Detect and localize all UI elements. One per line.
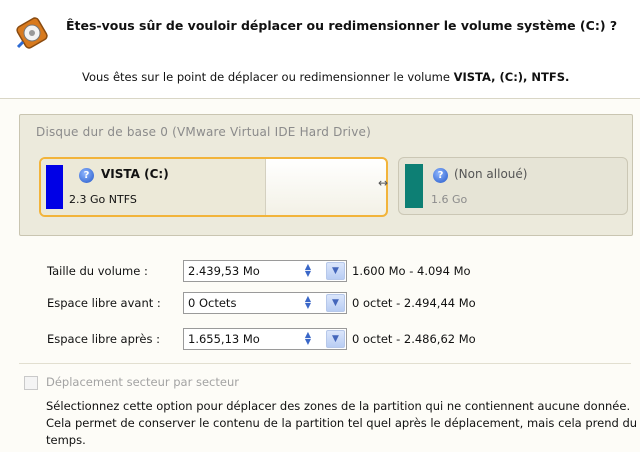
partition-info: 1.6 Go [431,193,468,206]
free-space-after-field[interactable]: 1.655,13 Mo ▲ ▼ ▼ [183,328,347,350]
subtitle-text: Vous êtes sur le point de déplacer ou re… [82,70,450,84]
chevron-down-icon[interactable]: ▼ [326,294,345,312]
resize-arrow-icon[interactable]: ↔ [374,176,392,192]
partition-unallocated[interactable]: ? (Non alloué) 1.6 Go [398,157,628,215]
volume-size-label: Taille du volume : [47,264,148,278]
volume-size-field[interactable]: 2.439,53 Mo ▲ ▼ ▼ [183,260,347,282]
help-icon[interactable]: ? [79,168,94,183]
partition-vista[interactable]: ? VISTA (C:) 2.3 Go NTFS [39,157,388,217]
partition-color-bar [46,165,63,209]
free-space-before-field[interactable]: 0 Octets ▲ ▼ ▼ [183,292,347,314]
disk-title: Disque dur de base 0 (VMware Virtual IDE… [36,125,371,139]
subtitle-volume: VISTA, (C:), NTFS. [453,70,570,84]
volume-size-value: 2.439,53 Mo [188,264,260,278]
free-space-before-label: Espace libre avant : [47,296,161,310]
partition-color-bar [405,164,423,208]
page-title: Êtes-vous sûr de vouloir déplacer ou red… [66,18,618,33]
help-icon[interactable]: ? [433,168,448,183]
spinner-updown-icon[interactable]: ▲ ▼ [300,295,316,310]
partition-name: VISTA (C:) [101,167,169,181]
spinner-updown-icon[interactable]: ▲ ▼ [300,331,316,346]
partition-info: 2.3 Go NTFS [69,193,137,206]
wizard-header: Êtes-vous sûr de vouloir déplacer ou red… [0,0,640,99]
chevron-down-icon[interactable]: ▼ [326,330,345,348]
free-space-before-value: 0 Octets [188,296,237,310]
spinner-updown-icon[interactable]: ▲ ▼ [300,263,316,278]
volume-size-range: 1.600 Mo - 4.094 Mo [352,264,471,278]
sector-by-sector-label: Déplacement secteur par secteur [46,375,239,389]
free-space-after-range: 0 octet - 2.486,62 Mo [352,332,476,346]
sector-by-sector-checkbox[interactable] [24,376,38,390]
chevron-down-icon[interactable]: ▼ [326,262,345,280]
free-space-before-range: 0 octet - 2.494,44 Mo [352,296,476,310]
disk-map-panel: Disque dur de base 0 (VMware Virtual IDE… [19,114,633,236]
free-space-after-value: 1.655,13 Mo [188,332,260,346]
page-subtitle: Vous êtes sur le point de déplacer ou re… [82,70,569,84]
free-space-after-label: Espace libre après : [47,332,160,346]
option-description: Sélectionnez cette option pour déplacer … [46,399,638,447]
partition-name: (Non alloué) [454,167,528,181]
disk-resize-icon [16,17,48,49]
divider [19,363,631,364]
